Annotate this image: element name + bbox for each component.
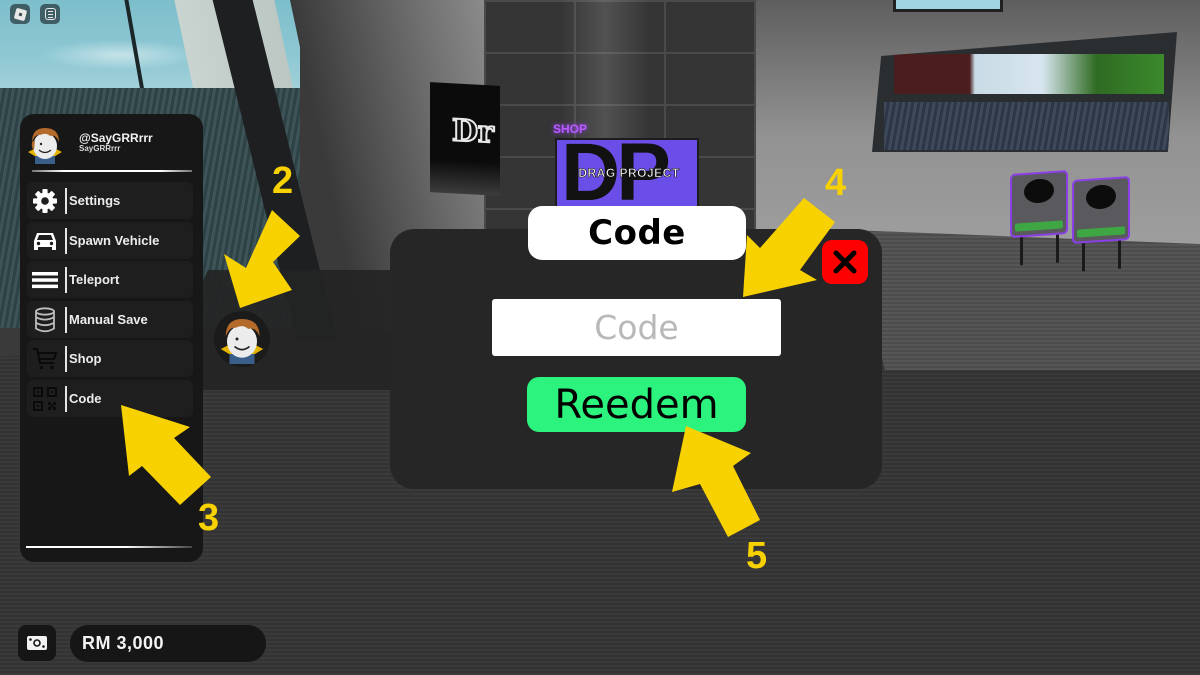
menu-item-label: Teleport xyxy=(69,272,120,287)
code-dialog-title-pill: Code xyxy=(528,206,746,260)
upper-window xyxy=(893,0,1003,12)
shop-screen[interactable]: DP DRAG PROJECT xyxy=(555,138,699,213)
menu-item-label: Manual Save xyxy=(69,312,148,327)
menu-item-label: Spawn Vehicle xyxy=(69,233,160,248)
menu-item-spawn-vehicle[interactable]: Spawn Vehicle xyxy=(27,222,193,259)
annotation-number: 4 xyxy=(825,162,847,204)
side-menu: @SayGRRrrr SayGRRrrr Settings Spawn Vehi… xyxy=(20,114,203,562)
avatar-button[interactable] xyxy=(214,311,270,367)
drag-banner: Dr xyxy=(430,82,500,196)
annotation-number: 3 xyxy=(198,497,220,539)
roblox-menu-button[interactable] xyxy=(10,4,30,24)
close-icon xyxy=(833,250,857,274)
menu-item-code[interactable]: Code xyxy=(27,380,193,417)
qr-code-icon xyxy=(30,384,60,414)
code-input[interactable] xyxy=(492,299,781,356)
purchase-sign[interactable] xyxy=(1010,169,1068,266)
menu-item-label: Settings xyxy=(69,193,121,208)
database-icon xyxy=(30,305,60,335)
divider xyxy=(26,546,192,548)
profile-display-name: @SayGRRrrr xyxy=(79,131,153,145)
menu-item-label: Code xyxy=(69,391,102,406)
shop-neon-sign: SHOP xyxy=(553,122,588,136)
chat-icon xyxy=(44,8,56,20)
redeem-button[interactable]: Reedem xyxy=(527,377,746,432)
menu-item-manual-save[interactable]: Manual Save xyxy=(27,301,193,338)
gear-icon xyxy=(30,186,60,216)
separator xyxy=(65,188,67,214)
chat-button[interactable] xyxy=(40,4,60,24)
cash-icon xyxy=(27,636,47,650)
code-dialog xyxy=(390,229,882,489)
profile-avatar xyxy=(28,128,62,164)
separator xyxy=(65,267,67,293)
profile-username: SayGRRrrr xyxy=(79,144,121,153)
roblox-menu-icon xyxy=(13,7,27,21)
code-dialog-title: Code xyxy=(588,213,686,253)
shop-screen-title: DRAG PROJECT xyxy=(578,166,680,181)
currency-display: RM 3,000 xyxy=(70,625,266,662)
annotation-number: 5 xyxy=(746,535,768,577)
separator xyxy=(65,386,67,412)
close-button[interactable] xyxy=(822,240,868,284)
currency-amount: RM 3,000 xyxy=(82,633,165,653)
annotation-number: 2 xyxy=(272,160,294,202)
floor-lit-area xyxy=(850,230,1200,370)
separator xyxy=(65,307,67,333)
menu-item-teleport[interactable]: Teleport xyxy=(27,261,193,298)
banner-text: Dr xyxy=(451,112,495,151)
separator xyxy=(65,228,67,254)
purchase-sign[interactable] xyxy=(1072,175,1130,272)
cash-button[interactable] xyxy=(18,625,56,661)
menu-item-settings[interactable]: Settings xyxy=(27,182,193,219)
divider xyxy=(32,170,192,172)
car-icon xyxy=(30,226,60,256)
menu-item-label: Shop xyxy=(69,351,102,366)
menu-item-shop[interactable]: Shop xyxy=(27,340,193,377)
separator xyxy=(65,346,67,372)
avatar-icon xyxy=(220,319,264,364)
menu-lines-icon xyxy=(30,265,60,295)
cart-icon xyxy=(30,344,60,374)
